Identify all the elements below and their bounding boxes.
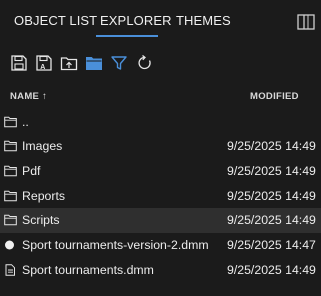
modified-column-header[interactable]: MODIFIED <box>250 91 299 102</box>
file-icon <box>4 264 17 276</box>
item-name: Scripts <box>22 213 60 227</box>
save-icon[interactable] <box>10 54 28 72</box>
item-name: Sport tournaments-version-2.dmm <box>22 238 209 252</box>
name-column-header[interactable]: NAME ↑ <box>10 91 47 102</box>
list-item-selected[interactable]: Scripts 9/25/2025 14:49 <box>0 208 321 233</box>
list-item[interactable]: Pdf 9/25/2025 14:49 <box>0 159 321 184</box>
folder-icon <box>4 140 17 152</box>
item-name: Pdf <box>22 164 41 178</box>
item-modified: 9/25/2025 14:49 <box>227 139 316 153</box>
folder-icon <box>4 165 17 177</box>
folder-icon <box>4 116 17 128</box>
list-item[interactable]: Sport tournaments-version-2.dmm 9/25/202… <box>0 233 321 258</box>
item-modified: 9/25/2025 14:49 <box>227 213 316 227</box>
item-name: .. <box>22 115 29 129</box>
item-name: Images <box>22 139 63 153</box>
tab-bar: OBJECT LIST EXPLORER THEMES <box>0 0 321 38</box>
item-modified: 9/25/2025 14:49 <box>227 164 316 178</box>
tab-themes[interactable]: THEMES <box>176 13 231 28</box>
item-modified: 9/25/2025 14:49 <box>227 189 316 203</box>
name-column-label: NAME <box>10 91 40 102</box>
item-modified: 9/25/2025 14:47 <box>227 238 316 252</box>
tab-object-list[interactable]: OBJECT LIST <box>14 13 97 28</box>
open-folder-icon[interactable] <box>85 54 103 72</box>
filter-icon[interactable] <box>110 54 128 72</box>
tab-explorer[interactable]: EXPLORER <box>100 13 172 28</box>
dot-icon <box>4 239 17 251</box>
column-header: NAME ↑ MODIFIED <box>0 87 321 105</box>
list-item[interactable]: .. <box>0 110 321 135</box>
item-name: Reports <box>22 189 66 203</box>
sort-ascending-icon: ↑ <box>42 91 48 102</box>
item-name: Sport tournaments.dmm <box>22 263 154 277</box>
folder-icon <box>4 214 17 226</box>
active-tab-indicator <box>96 35 158 37</box>
upload-folder-icon[interactable] <box>60 54 78 72</box>
item-modified: 9/25/2025 14:49 <box>227 263 316 277</box>
list-item[interactable]: Images 9/25/2025 14:49 <box>0 134 321 159</box>
panel-layout-icon[interactable] <box>297 14 315 30</box>
folder-icon <box>4 190 17 202</box>
toolbar: A <box>0 54 321 74</box>
save-as-icon[interactable]: A <box>35 54 53 72</box>
list-item[interactable]: Reports 9/25/2025 14:49 <box>0 184 321 209</box>
svg-text:A: A <box>40 64 45 71</box>
list-item[interactable]: Sport tournaments.dmm 9/25/2025 14:49 <box>0 258 321 283</box>
refresh-icon[interactable] <box>136 54 154 72</box>
